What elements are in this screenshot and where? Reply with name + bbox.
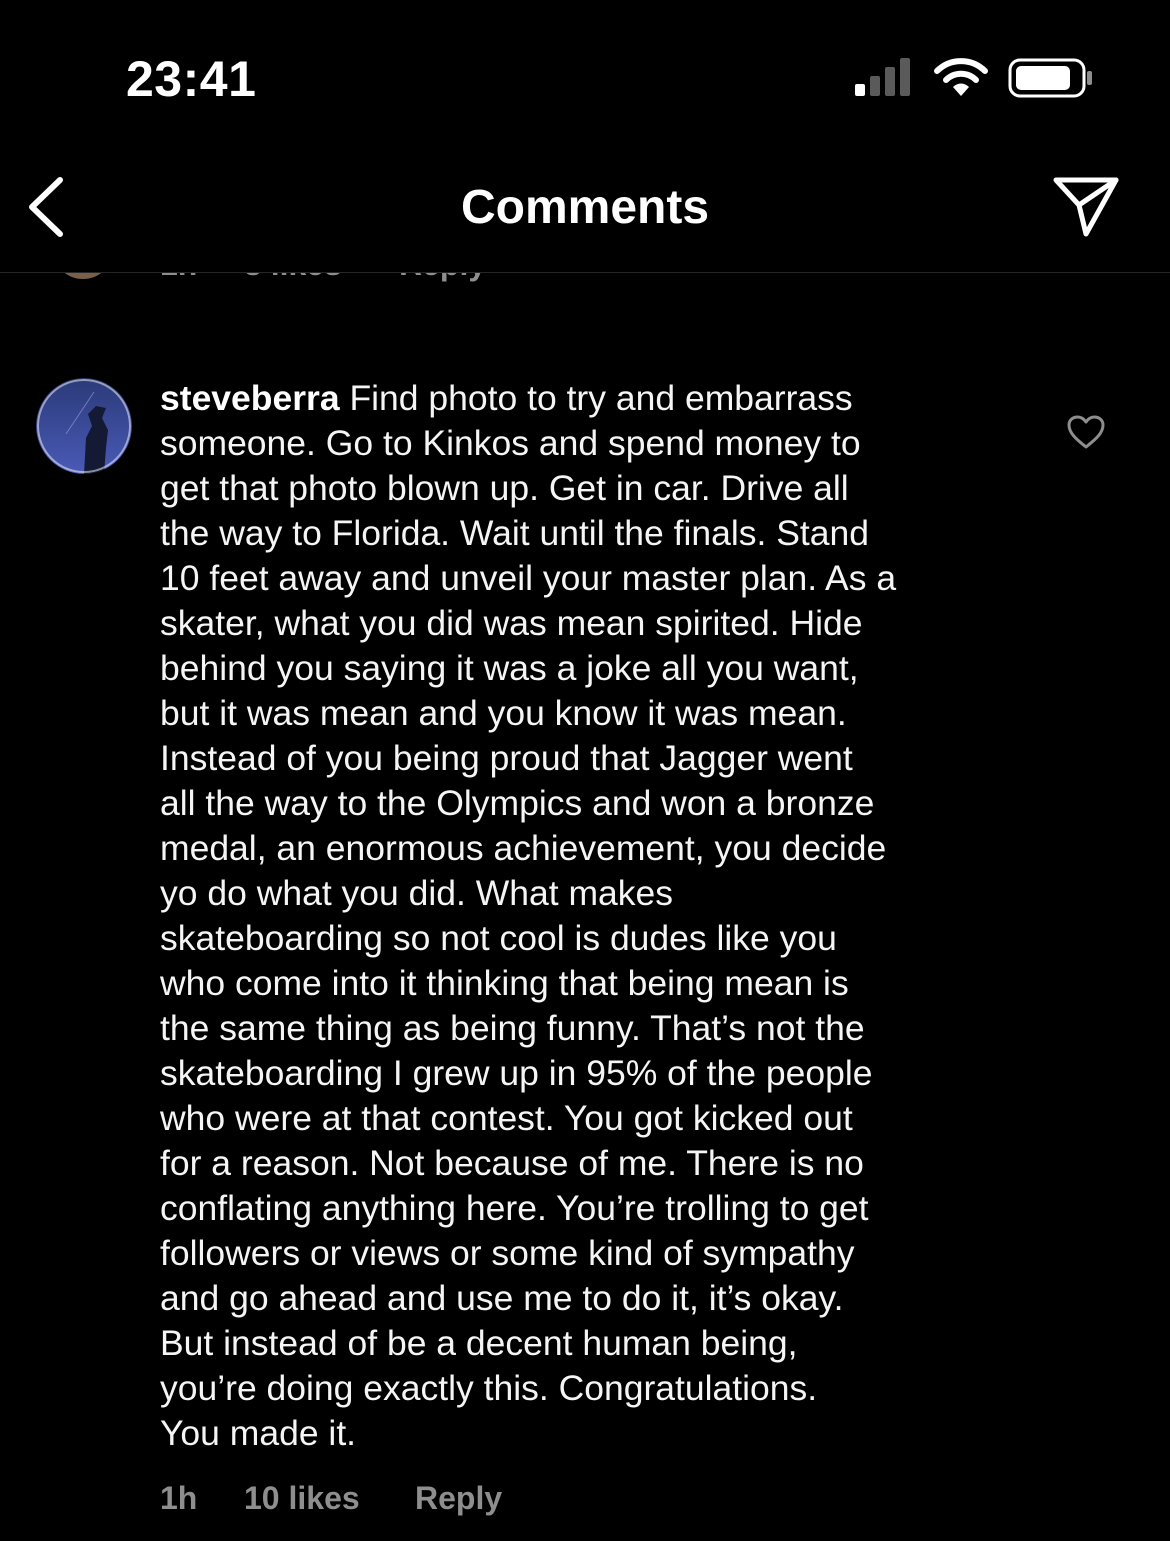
comment-line: for a reason. Not because of me. There i… — [160, 1143, 864, 1183]
comment-line: who were at that contest. You got kicked… — [160, 1098, 853, 1138]
heart-outline-icon[interactable] — [1066, 414, 1106, 450]
comment-line: followers or views or some kind of sympa… — [160, 1233, 855, 1273]
status-time: 23:41 — [126, 51, 257, 107]
comment-line: behind you saying it was a joke all you … — [160, 648, 859, 688]
reply-button[interactable]: Reply — [415, 1480, 502, 1517]
comment-line: the way to Florida. Wait until the final… — [160, 513, 870, 553]
likes-count[interactable]: 10 likes — [244, 1480, 360, 1517]
battery-icon — [1008, 58, 1092, 98]
comment-line: Instead of you being proud that Jagger w… — [160, 738, 853, 778]
comment-line: skateboarding so not cool is dudes like … — [160, 918, 837, 958]
comment-line: who come into it thinking that being mea… — [160, 963, 849, 1003]
paper-plane-icon[interactable] — [1050, 172, 1122, 242]
comment-line: but it was mean and you know it was mean… — [160, 693, 847, 733]
cellular-signal-icon — [855, 58, 910, 96]
profile-photo — [36, 378, 132, 474]
comment-line: and go ahead and use me to do it, it’s o… — [160, 1278, 844, 1318]
comment-time: 1h — [160, 1480, 198, 1516]
comments-header: Comments — [0, 150, 1170, 273]
comment-line: You made it. — [160, 1413, 357, 1453]
comment-line: skater, what you did was mean spirited. … — [160, 603, 863, 643]
comment-line: steveberra Find photo to try and embarra… — [160, 378, 853, 418]
comment-line: get that photo blown up. Get in car. Dri… — [160, 468, 849, 508]
comment-line: all the way to the Olympics and won a br… — [160, 783, 875, 823]
comment-text: steveberra Find photo to try and embarra… — [160, 376, 1020, 1456]
comment-line: yo do what you did. What makes — [160, 873, 674, 913]
avatar[interactable] — [36, 378, 132, 474]
wifi-icon — [934, 58, 988, 96]
comment-line: conflating anything here. You’re trollin… — [160, 1188, 869, 1228]
username[interactable]: steveberra — [160, 378, 340, 418]
comment-line: skateboarding I grew up in 95% of the pe… — [160, 1053, 873, 1093]
comment-line: 10 feet away and unveil your master plan… — [160, 558, 897, 598]
page-title: Comments — [460, 181, 710, 234]
comment-line: the same thing as being funny. That’s no… — [160, 1008, 865, 1048]
comment-line: someone. Go to Kinkos and spend money to — [160, 423, 861, 463]
comment-line: you’re doing exactly this. Congratulatio… — [160, 1368, 818, 1408]
comment-line: medal, an enormous achievement, you deci… — [160, 828, 887, 868]
comment-line: But instead of be a decent human being, — [160, 1323, 798, 1363]
status-bar: 23:41 — [0, 0, 1170, 150]
